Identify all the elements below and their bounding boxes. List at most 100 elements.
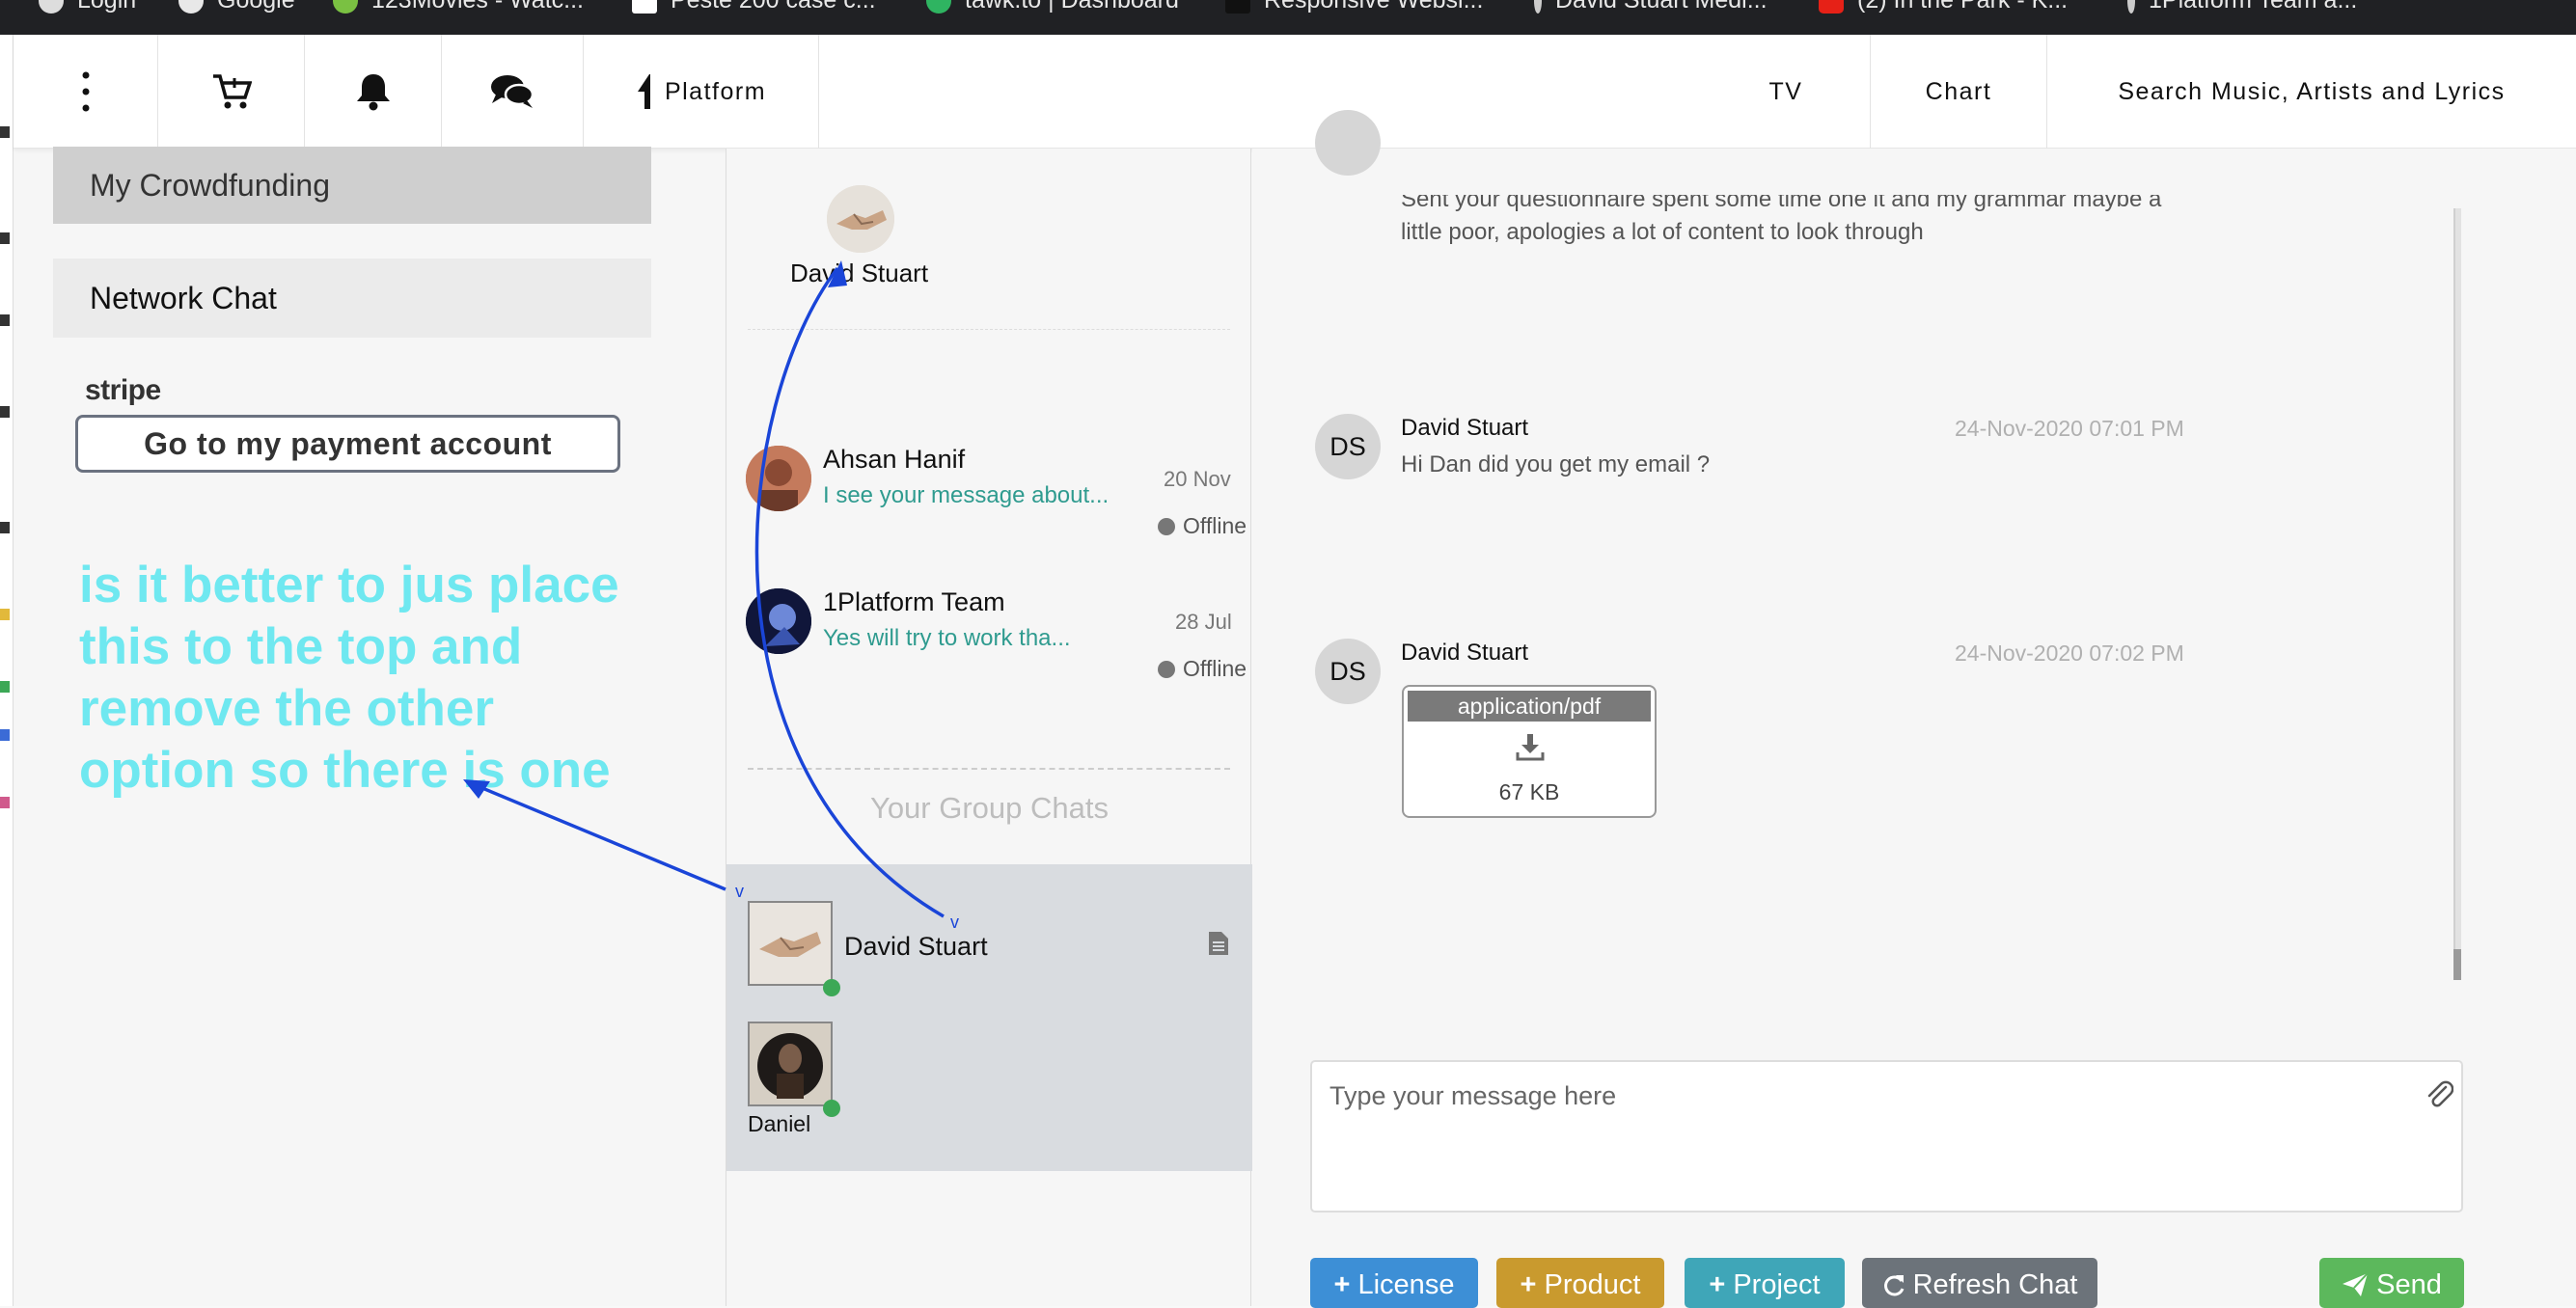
file-attachment[interactable]: application/pdf 67 KB	[1402, 685, 1657, 818]
download-icon[interactable]	[1515, 731, 1546, 762]
search-link[interactable]: Search Music, Artists and Lyrics	[2047, 35, 2576, 149]
status-dot-icon	[1158, 660, 1175, 678]
plus-icon: +	[1333, 1269, 1351, 1300]
bookmark-icon	[39, 0, 64, 14]
chat-panel: Sent your questionnaire spent some time …	[1252, 110, 2576, 1308]
group-name: Daniel	[748, 1111, 811, 1136]
file-type-label: application/pdf	[1408, 691, 1651, 722]
product-button[interactable]: + Product	[1496, 1258, 1664, 1308]
bookmark-1platform[interactable]: 1Platform Team a...	[2127, 0, 2357, 14]
person-photo-icon	[746, 588, 811, 654]
contact-name: Ahsan Hanif	[823, 445, 966, 474]
refresh-icon	[1883, 1275, 1904, 1296]
plus-icon: +	[1520, 1269, 1537, 1300]
handshake-icon	[827, 185, 894, 253]
contact-avatar	[746, 588, 811, 654]
message-input[interactable]: Type your message here	[1310, 1060, 2463, 1213]
chat-scrollbar[interactable]	[2453, 208, 2461, 980]
online-indicator	[823, 1100, 840, 1117]
notifications-button[interactable]	[305, 35, 442, 149]
bookmark-david-stuart[interactable]: David Stuart Medi...	[1534, 0, 1768, 14]
project-button[interactable]: + Project	[1685, 1258, 1845, 1308]
platform-logo-icon	[637, 74, 650, 109]
search-label: Search Music, Artists and Lyrics	[2118, 77, 2506, 105]
chat-bubbles-icon	[491, 75, 534, 108]
contact-last-message: Yes will try to work tha...	[823, 625, 1071, 651]
current-user-avatar	[827, 185, 894, 253]
bookmark-in-the-park[interactable]: (2) In the Park - K...	[1819, 0, 2068, 14]
group-chats-panel: David Stuart Daniel	[726, 864, 1252, 1171]
message-avatar	[1315, 110, 1381, 176]
chart-link[interactable]: Chart	[1871, 35, 2047, 149]
tv-label: TV	[1768, 77, 1803, 105]
message-avatar: DS	[1315, 414, 1381, 479]
contact-date: 28 Jul	[1175, 610, 1232, 634]
message-sender: David Stuart	[1401, 415, 1529, 441]
sidebar-item-network-chat[interactable]: Network Chat	[53, 259, 651, 338]
refresh-chat-button[interactable]: Refresh Chat	[1862, 1258, 2097, 1308]
message-text: Hi Dan did you get my email ?	[1401, 451, 1711, 477]
stripe-logo: stripe	[85, 374, 161, 406]
group-chats-title: Your Group Chats	[869, 791, 1109, 825]
group-avatar	[748, 1022, 833, 1106]
sidebar-item-crowdfunding[interactable]: My Crowdfunding	[53, 147, 651, 224]
contacts-panel: David Stuart Ahsan Hanif I see your mess…	[726, 149, 1252, 1306]
plus-icon: +	[1709, 1269, 1726, 1300]
current-user-name: David Stuart	[790, 259, 929, 287]
paper-plane-icon	[2343, 1272, 2369, 1296]
bookmark-icon	[2127, 0, 2135, 14]
vertical-dots-icon	[82, 71, 89, 112]
chart-label: Chart	[1925, 77, 1992, 105]
license-button[interactable]: + License	[1310, 1258, 1478, 1308]
bookmark-icon	[632, 0, 657, 14]
bookmark-icon	[1225, 0, 1250, 14]
bookmark-icon	[926, 0, 951, 14]
left-edge-strip	[0, 35, 14, 1306]
bookmarks-bar: Login Google 123Movies - Watc... Peste 2…	[0, 0, 2576, 35]
cart-button[interactable]	[158, 35, 305, 149]
top-navigation: Platform TV Chart Search Music, Artists …	[14, 35, 2576, 149]
bookmark-123movies[interactable]: 123Movies - Watc...	[333, 0, 584, 14]
send-button[interactable]: Send	[2319, 1258, 2464, 1308]
status-dot-icon	[1158, 517, 1175, 535]
google-icon	[178, 0, 204, 14]
youtube-icon	[1819, 0, 1844, 14]
message-avatar: DS	[1315, 639, 1381, 704]
bookmark-login[interactable]: Login	[39, 0, 136, 14]
paperclip-icon[interactable]	[2425, 1077, 2453, 1110]
more-menu-button[interactable]	[14, 35, 158, 149]
group-avatar	[748, 901, 833, 986]
person-photo-icon	[750, 1023, 831, 1104]
chat-scrollbar-thumb[interactable]	[2453, 949, 2461, 980]
contact-last-message: I see your message about...	[823, 482, 1110, 508]
contact-avatar	[746, 446, 811, 511]
online-indicator	[823, 979, 840, 996]
sidebar-item-label: Network Chat	[90, 280, 277, 315]
divider	[748, 768, 1230, 770]
contact-date: 20 Nov	[1164, 467, 1231, 491]
divider	[748, 329, 1230, 330]
bookmark-icon	[333, 0, 358, 14]
annotation-note: is it better to jus place this to the to…	[79, 557, 619, 799]
bookmark-google[interactable]: Google	[178, 0, 295, 14]
handshake-icon	[750, 903, 831, 984]
platform-label: Platform	[664, 77, 767, 105]
sidebar-item-label: My Crowdfunding	[90, 167, 330, 203]
contact-status: Offline	[1158, 656, 1247, 682]
bookmark-tawk[interactable]: tawk.to | Dashboard	[926, 0, 1179, 14]
tv-link[interactable]: TV	[1702, 35, 1871, 149]
message-timestamp: 24-Nov-2020 07:01 PM	[1955, 416, 2184, 441]
contact-status: Offline	[1158, 513, 1247, 539]
messages-button[interactable]	[442, 35, 584, 149]
message-text: Sent your questionnaire spent some time …	[1401, 195, 2162, 245]
payment-account-button[interactable]: Go to my payment account	[75, 415, 620, 473]
platform-link[interactable]: Platform	[584, 35, 819, 149]
bookmark-icon	[1534, 0, 1542, 14]
bookmark-responsive[interactable]: Responsive Websi...	[1225, 0, 1483, 14]
group-name: David Stuart	[844, 932, 988, 961]
message-sender: David Stuart	[1401, 640, 1529, 666]
person-photo-icon	[746, 446, 811, 511]
message-timestamp: 24-Nov-2020 07:02 PM	[1955, 640, 2184, 666]
cart-icon	[212, 74, 252, 109]
bookmark-peste[interactable]: Peste 200 case c...	[632, 0, 876, 14]
